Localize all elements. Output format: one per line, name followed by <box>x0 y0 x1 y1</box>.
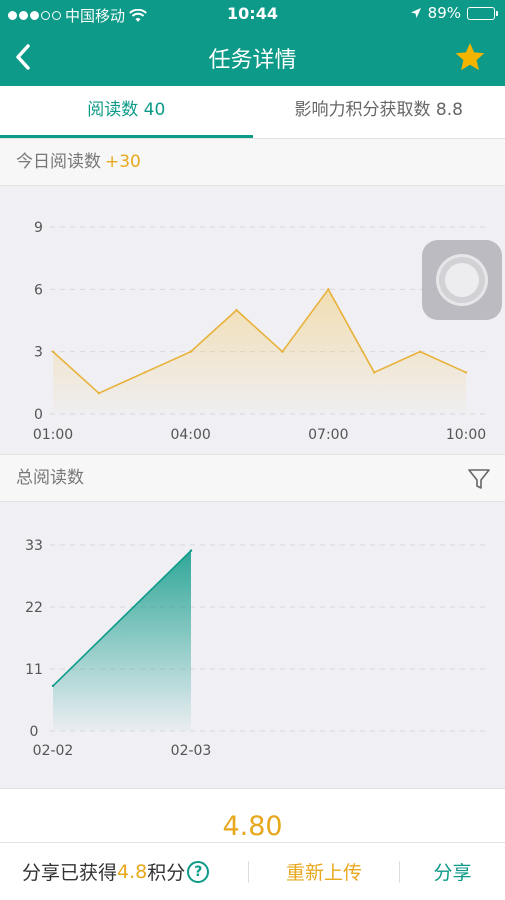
status-bar: 中国移动 10:44 89% <box>0 0 505 28</box>
data-point <box>51 350 55 353</box>
data-point <box>51 684 55 688</box>
today-reads-title: 今日阅读数 <box>16 152 101 172</box>
y-tick-label: 0 <box>30 724 39 740</box>
data-point <box>327 288 330 291</box>
battery-percent: 89% <box>427 4 461 22</box>
y-tick-label: 0 <box>34 407 43 423</box>
earned-prefix: 分享已获得 <box>22 862 118 884</box>
y-tick-label: 11 <box>25 662 43 678</box>
y-tick-label: 3 <box>34 345 43 361</box>
y-tick-label: 9 <box>34 220 43 236</box>
today-reads-chart-svg: 0 3 6 9 01:00 04:00 07:00 10:00 <box>33 220 490 443</box>
x-tick-label: 02-02 <box>33 743 74 759</box>
reupload-button[interactable]: 重新上传 <box>249 858 399 885</box>
share-button[interactable]: 分享 <box>400 858 505 885</box>
tab-reads[interactable]: 阅读数 40 <box>0 86 253 138</box>
bottom-action-bar: 分享已获得 4.8 积分 ? 重新上传 分享 <box>0 842 505 900</box>
today-reads-delta: +30 <box>105 152 141 172</box>
today-reads-chart: 0 3 6 9 01:00 04:00 07:00 10:00 <box>0 186 505 454</box>
total-reads-chart: 0 11 22 33 02-02 02-03 <box>0 502 505 770</box>
data-point <box>281 350 284 353</box>
assistive-touch-icon[interactable] <box>422 240 502 320</box>
total-reads-title: 总阅读数 <box>16 468 84 488</box>
x-tick-label: 10:00 <box>446 427 486 443</box>
data-point <box>189 549 193 552</box>
earned-points-text: 分享已获得 4.8 积分 ? <box>0 858 248 885</box>
earned-points: 4.8 <box>117 860 148 883</box>
earned-suffix: 积分 <box>147 862 186 884</box>
data-point <box>97 392 101 395</box>
data-point <box>464 371 468 374</box>
data-point <box>373 371 376 374</box>
total-reads-chart-svg: 0 11 22 33 02-02 02-03 <box>25 538 490 759</box>
data-point <box>418 350 422 353</box>
data-point <box>189 350 192 353</box>
tab-influence-points[interactable]: 影响力积分获取数 8.8 <box>253 86 505 138</box>
x-tick-label: 01:00 <box>33 427 73 443</box>
data-point <box>235 308 238 312</box>
y-tick-label: 6 <box>34 282 43 298</box>
reward-amount: 4.80 <box>222 811 283 842</box>
battery-icon <box>467 6 498 20</box>
y-tick-label: 33 <box>25 538 43 554</box>
nav-bar: 任务详情 <box>0 28 505 86</box>
total-reads-header: 总阅读数 <box>0 454 505 502</box>
page-title: 任务详情 <box>208 48 297 73</box>
location-arrow-icon <box>410 8 421 18</box>
x-tick-label: 02-03 <box>171 743 212 759</box>
x-tick-label: 07:00 <box>308 427 348 443</box>
series-area <box>53 550 191 731</box>
data-point <box>143 371 146 374</box>
today-reads-header: 今日阅读数 +30 <box>0 138 505 186</box>
star-icon[interactable] <box>453 40 487 74</box>
filter-icon[interactable] <box>467 467 491 491</box>
question-circle-icon[interactable]: ? <box>187 860 210 883</box>
x-tick-label: 04:00 <box>170 427 210 443</box>
y-tick-label: 22 <box>25 600 43 616</box>
tab-bar: 阅读数 40 影响力积分获取数 8.8 <box>0 86 505 138</box>
